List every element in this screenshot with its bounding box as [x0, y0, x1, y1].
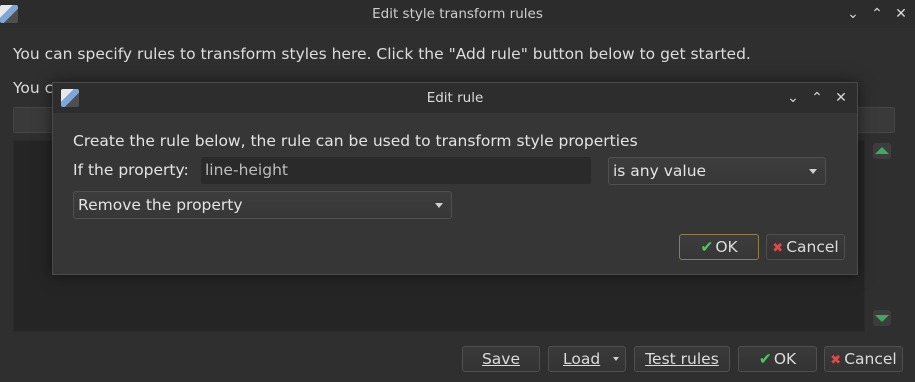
x-icon: ✖	[772, 241, 784, 256]
test-rules-button[interactable]: Test rules	[634, 346, 730, 372]
action-select-value: Remove the property	[78, 196, 243, 214]
arrow-up-icon	[875, 147, 889, 154]
chevron-down-icon	[613, 357, 619, 361]
property-label: If the property:	[73, 161, 189, 179]
ok-button[interactable]: ✔ OK	[738, 346, 817, 372]
test-rules-label: Test rules	[645, 350, 719, 368]
chevron-down-icon	[435, 203, 443, 208]
chevron-down-icon[interactable]: ⌄	[842, 0, 864, 28]
window-title: Edit style transform rules	[372, 6, 543, 22]
dialog-title: Edit rule	[426, 90, 484, 106]
action-select[interactable]: Remove the property	[73, 191, 452, 219]
move-up-button[interactable]	[873, 143, 891, 159]
x-icon: ✖	[830, 353, 842, 368]
chevron-up-icon[interactable]: ⌃	[806, 84, 828, 112]
edit-rule-dialog: Edit rule ⌄ ⌃ ✕ Create the rule below, t…	[52, 82, 858, 275]
dialog-cancel-button[interactable]: ✖ Cancel	[766, 234, 845, 260]
match-select-value: is any value	[613, 162, 707, 180]
load-label: Load	[563, 350, 601, 368]
chevron-up-icon[interactable]: ⌃	[866, 0, 888, 28]
load-button[interactable]: Load	[548, 346, 626, 372]
chevron-down-icon[interactable]: ⌄	[782, 84, 804, 112]
ok-label: OK	[773, 350, 797, 368]
dialog-description: Create the rule below, the rule can be u…	[73, 132, 638, 150]
cancel-label: Cancel	[844, 350, 897, 368]
move-down-button[interactable]	[873, 310, 891, 326]
dialog-cancel-label: Cancel	[786, 238, 839, 256]
close-icon[interactable]: ✕	[890, 0, 912, 28]
save-button[interactable]: Save	[462, 346, 540, 372]
dialog-ok-label: OK	[715, 238, 738, 256]
intro-text-partial: You c	[13, 79, 54, 97]
arrow-down-icon	[875, 315, 889, 322]
dialog-ok-button[interactable]: ✔ OK	[679, 234, 759, 260]
checkmark-icon: ✔	[758, 350, 772, 368]
cancel-button[interactable]: ✖ Cancel	[824, 346, 903, 372]
checkmark-icon: ✔	[700, 238, 714, 256]
match-select[interactable]: is any value	[608, 157, 826, 185]
close-icon[interactable]: ✕	[830, 84, 852, 112]
save-label: Save	[481, 350, 521, 368]
chevron-down-icon	[809, 169, 817, 174]
property-input[interactable]: line-height	[201, 157, 591, 184]
intro-text: You can specify rules to transform style…	[13, 45, 751, 63]
